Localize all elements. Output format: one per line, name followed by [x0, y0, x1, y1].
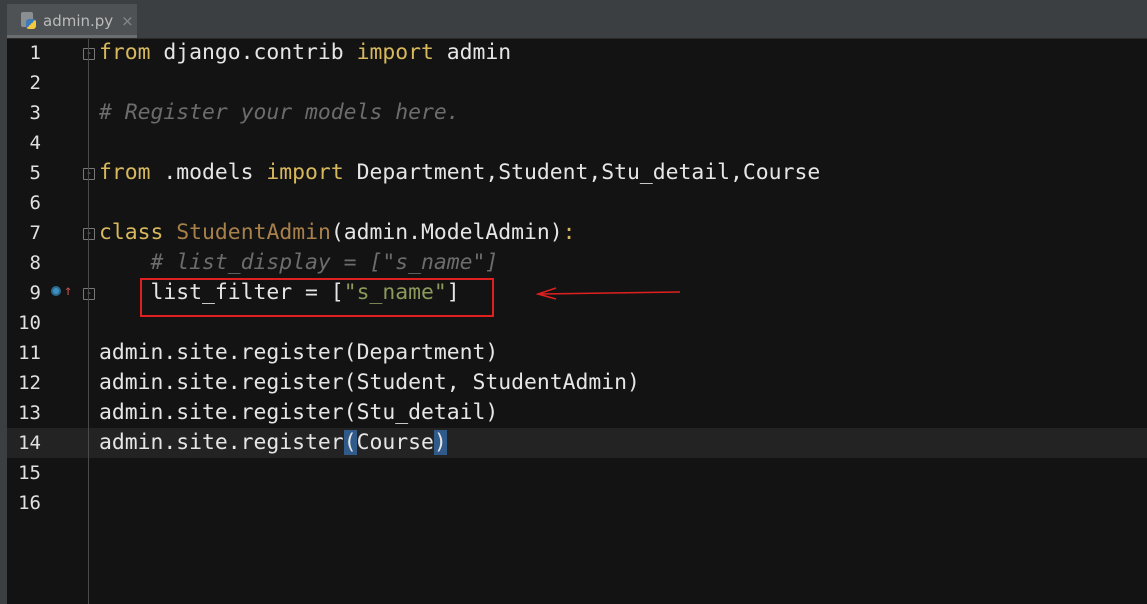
code-line[interactable]: 5 - from .models import Department,Student…	[7, 158, 1147, 188]
up-arrow-icon: ↑	[64, 283, 73, 299]
code-token: .models	[150, 160, 267, 185]
code-token: django.contrib	[150, 40, 357, 65]
annotation-box	[140, 278, 494, 317]
code-text: admin.site.register(Student, StudentAdmi…	[99, 368, 640, 398]
code-text: # list_display = ["s_name"]	[99, 248, 499, 278]
code-line[interactable]: 14 admin.site.register(Course)	[7, 428, 1147, 458]
code-text: class StudentAdmin(admin.ModelAdmin):	[99, 218, 576, 248]
code-token: class	[99, 220, 164, 245]
code-token: # Register your models here.	[99, 100, 460, 125]
code-token: from	[99, 160, 151, 185]
line-number: 5	[29, 162, 41, 184]
line-number: 12	[18, 372, 41, 394]
code-token: )	[433, 430, 447, 455]
code-line[interactable]: 2	[7, 68, 1147, 98]
code-line[interactable]: 8 # list_display = ["s_name"]	[7, 248, 1147, 278]
line-number: 7	[29, 222, 41, 244]
code-token: (	[343, 430, 357, 455]
code-line[interactable]: 1 - from django.contrib import admin	[7, 38, 1147, 68]
code-token: StudentAdmin	[176, 220, 331, 245]
code-token: admin.site.register(Student, StudentAdmi…	[99, 370, 640, 395]
fold-marker-icon[interactable]: -	[83, 288, 95, 300]
code-token: # list_display = ["s_name"]	[99, 250, 499, 275]
override-icon[interactable]	[51, 286, 61, 296]
code-line[interactable]: 4	[7, 128, 1147, 158]
code-line[interactable]: 15	[7, 458, 1147, 488]
code-text: from django.contrib import admin	[99, 38, 511, 68]
annotation-arrow	[535, 287, 681, 300]
close-tab-icon[interactable]: ×	[121, 12, 134, 30]
fold-marker-icon[interactable]: -	[83, 48, 95, 60]
line-number: 11	[18, 342, 41, 364]
line-number: 1	[29, 42, 41, 64]
code-token: :	[562, 220, 576, 245]
code-token: admin.site.register(Stu_detail)	[99, 400, 499, 425]
tab-title: admin.py	[43, 12, 114, 30]
editor-tab-bar: admin.py ×	[0, 0, 1147, 39]
python-file-icon	[21, 12, 37, 30]
code-text: from .models import Department,Student,S…	[99, 158, 820, 188]
code-token: Department,Student,Stu_detail,Course	[343, 160, 821, 185]
code-line[interactable]: 6	[7, 188, 1147, 218]
line-number: 13	[18, 402, 41, 424]
tab-admin-py[interactable]: admin.py ×	[7, 4, 137, 38]
line-number: 9	[29, 282, 41, 304]
line-number: 14	[18, 432, 41, 454]
code-token: import	[266, 160, 344, 185]
code-token: (admin.ModelAdmin)	[330, 220, 563, 245]
fold-marker-icon[interactable]: -	[83, 168, 95, 180]
side-panel-strip	[0, 0, 7, 604]
code-line[interactable]: 13 admin.site.register(Stu_detail)	[7, 398, 1147, 428]
line-number: 16	[18, 492, 41, 514]
code-line[interactable]: 11 admin.site.register(Department)	[7, 338, 1147, 368]
code-text: admin.site.register(Stu_detail)	[99, 398, 498, 428]
line-number: 4	[29, 132, 41, 154]
fold-marker-icon[interactable]: -	[83, 228, 95, 240]
code-text: admin.site.register(Course)	[99, 428, 447, 458]
gutter-divider	[88, 39, 89, 604]
line-number: 10	[18, 312, 41, 334]
code-text: # Register your models here.	[99, 98, 460, 128]
code-token: Course	[356, 430, 434, 455]
line-number: 2	[29, 72, 41, 94]
line-number: 3	[29, 102, 41, 124]
code-token: admin.site.register	[99, 430, 344, 455]
code-text: admin.site.register(Department)	[99, 338, 498, 368]
code-token: admin	[433, 40, 512, 65]
code-line[interactable]: 12 admin.site.register(Student, StudentAd…	[7, 368, 1147, 398]
code-token: admin.site.register(Department)	[99, 340, 499, 365]
line-number: 6	[29, 192, 41, 214]
code-line[interactable]: 16	[7, 488, 1147, 518]
line-number: 8	[29, 252, 41, 274]
code-token: from	[99, 40, 151, 65]
line-number: 15	[18, 462, 41, 484]
code-line[interactable]: 7 - class StudentAdmin(admin.ModelAdmin):	[7, 218, 1147, 248]
code-line[interactable]: 3 # Register your models here.	[7, 98, 1147, 128]
code-token: import	[356, 40, 434, 65]
